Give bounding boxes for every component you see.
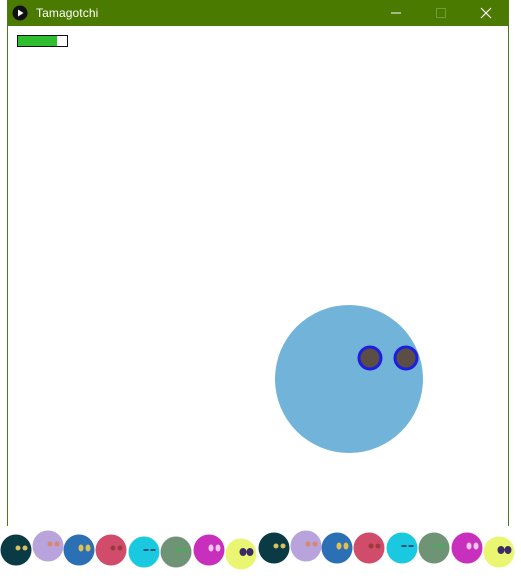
creature-left-eye bbox=[273, 543, 279, 549]
creature-16[interactable] bbox=[483, 536, 515, 568]
creature-right-eye bbox=[117, 545, 123, 551]
creature-left-eye bbox=[305, 541, 311, 547]
energy-bar-fill bbox=[18, 36, 58, 46]
creature-5[interactable] bbox=[128, 536, 160, 568]
maximize-icon bbox=[435, 8, 446, 18]
creature-2[interactable] bbox=[32, 530, 64, 562]
creature-10[interactable] bbox=[290, 530, 322, 562]
creature-right-eye bbox=[473, 542, 479, 550]
pet-right-eye bbox=[393, 345, 419, 371]
creature-left-eye bbox=[466, 542, 472, 550]
creature-4[interactable] bbox=[95, 534, 127, 566]
creature-right-eye bbox=[85, 544, 91, 552]
creature-7[interactable] bbox=[193, 534, 225, 566]
creature-body bbox=[258, 532, 290, 564]
window-controls bbox=[373, 0, 508, 26]
creature-body bbox=[95, 534, 127, 566]
window-title: Tamagotchi bbox=[36, 6, 99, 20]
screen: Tamagotchi bbox=[0, 0, 521, 578]
maximize-button[interactable] bbox=[418, 0, 463, 26]
creature-body bbox=[386, 532, 418, 564]
game-canvas[interactable] bbox=[8, 26, 508, 526]
creature-right-eye bbox=[375, 543, 381, 549]
creature-11[interactable] bbox=[321, 532, 353, 564]
minimize-button[interactable] bbox=[373, 0, 418, 26]
creature-left-eye bbox=[15, 545, 21, 551]
creature-left-eye bbox=[47, 541, 53, 547]
minimize-icon bbox=[390, 12, 401, 14]
tamagotchi-window: Tamagotchi bbox=[7, 0, 509, 526]
creature-body bbox=[353, 532, 385, 564]
creature-left-eye bbox=[497, 546, 505, 554]
creature-3[interactable] bbox=[63, 534, 95, 566]
creature-6[interactable] bbox=[160, 536, 192, 568]
creature-right-eye bbox=[215, 544, 221, 552]
creature-right-eye bbox=[54, 541, 60, 547]
creature-body bbox=[418, 532, 450, 564]
creature-right-eye bbox=[246, 548, 254, 556]
creature-right-eye bbox=[504, 546, 512, 554]
creature-12[interactable] bbox=[353, 532, 385, 564]
creature-15[interactable] bbox=[451, 532, 483, 564]
creature-right-eye bbox=[280, 543, 286, 549]
creature-right-eye bbox=[22, 545, 28, 551]
creature-strip bbox=[0, 526, 521, 578]
creature-8[interactable] bbox=[225, 538, 257, 570]
creature-9[interactable] bbox=[258, 532, 290, 564]
pet-creature[interactable] bbox=[274, 304, 426, 454]
energy-bar bbox=[17, 35, 68, 47]
creature-left-eye bbox=[110, 545, 116, 551]
creature-left-eye bbox=[239, 548, 247, 556]
creature-left-eye bbox=[336, 542, 342, 550]
creature-right-eye bbox=[343, 542, 349, 550]
creature-body bbox=[0, 534, 32, 566]
creature-body bbox=[290, 530, 322, 562]
creature-13[interactable] bbox=[386, 532, 418, 564]
creature-1[interactable] bbox=[0, 534, 32, 566]
title-bar[interactable]: Tamagotchi bbox=[8, 0, 508, 26]
creature-left-eye bbox=[78, 544, 84, 552]
creature-body bbox=[32, 530, 64, 562]
creature-right-eye bbox=[312, 541, 318, 547]
close-button[interactable] bbox=[463, 0, 508, 26]
pet-left-eye bbox=[357, 345, 383, 371]
creature-strip-canvas bbox=[0, 530, 515, 570]
creature-14[interactable] bbox=[418, 532, 450, 564]
creature-left-eye bbox=[368, 543, 374, 549]
creature-body bbox=[128, 536, 160, 568]
close-icon bbox=[480, 7, 491, 19]
creature-body bbox=[160, 536, 192, 568]
play-icon bbox=[12, 5, 28, 21]
creature-left-eye bbox=[208, 544, 214, 552]
pet-body bbox=[275, 305, 423, 453]
